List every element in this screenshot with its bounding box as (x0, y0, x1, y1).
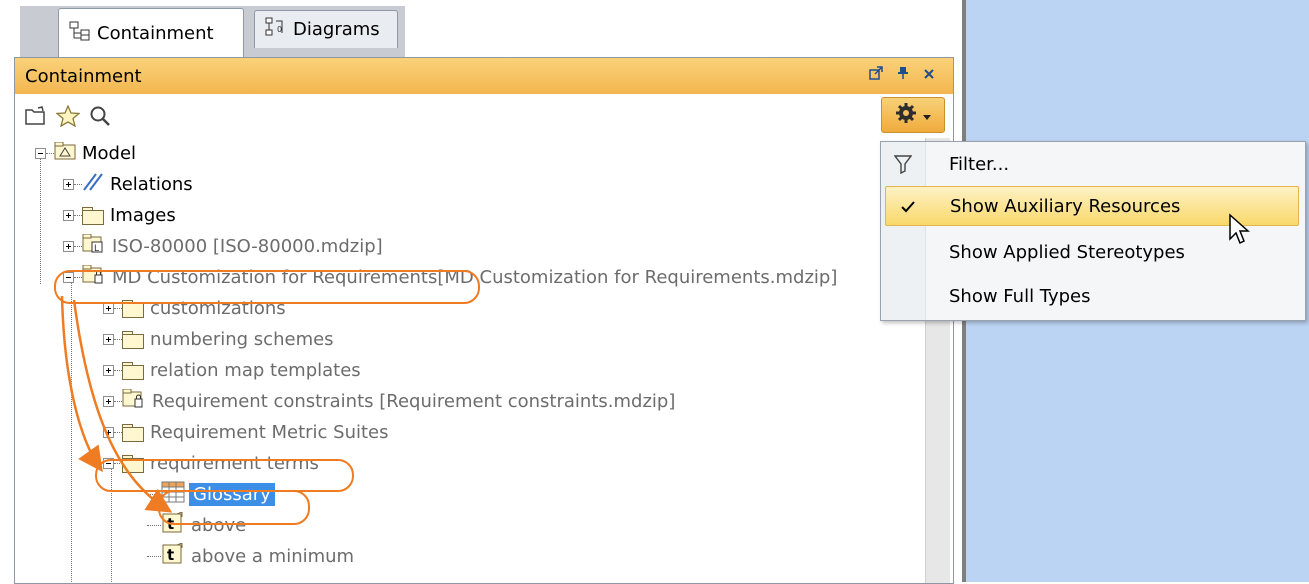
filter-icon (893, 152, 913, 176)
mouse-cursor-icon (1229, 213, 1250, 245)
menu-item-label: Show Auxiliary Resources (950, 195, 1181, 217)
menu-item-label: Show Full Types (949, 285, 1091, 307)
menu-item-show-full-types[interactable]: Show Full Types (881, 276, 1305, 316)
menu-item-filter[interactable]: Filter... (881, 144, 1305, 184)
checkmark-icon (898, 195, 918, 219)
menu-item-label: Filter... (949, 153, 1010, 175)
menu-item-label: Show Applied Stereotypes (949, 241, 1185, 263)
